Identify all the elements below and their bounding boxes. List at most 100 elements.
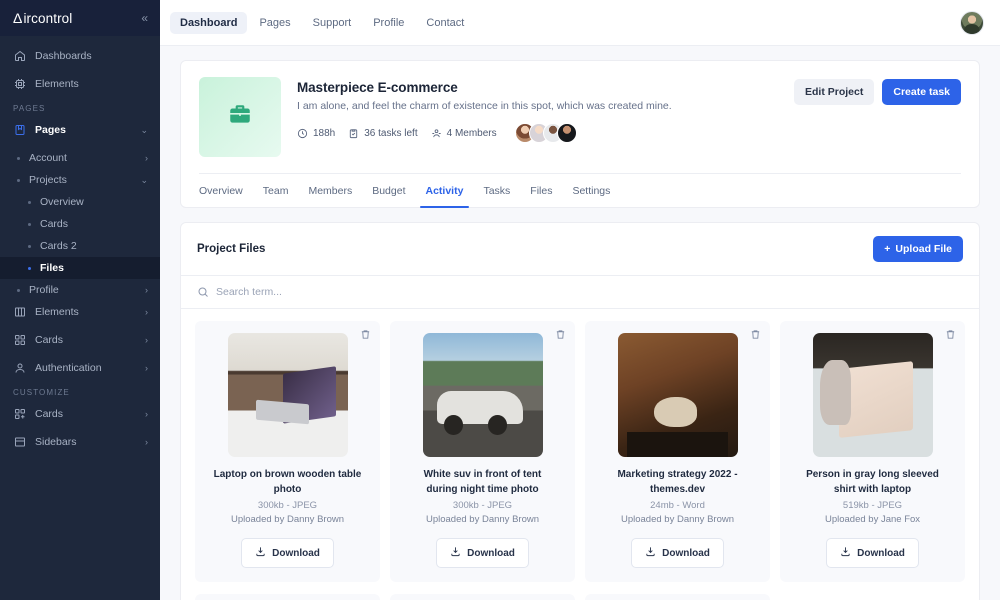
sidebar-item-cards-group[interactable]: Cards › (0, 329, 160, 351)
chip-icon (13, 77, 27, 91)
sidebar-item-files[interactable]: Files (0, 257, 160, 279)
home-icon (13, 49, 27, 63)
download-label: Download (857, 548, 905, 559)
file-name: Laptop on brown wooden table photo (213, 468, 363, 497)
sidebar-item-label: Files (40, 262, 148, 274)
member-avatar-stack[interactable] (515, 123, 577, 143)
file-name: Marketing strategy 2022 - themes.dev (603, 468, 753, 497)
bullet-icon (28, 245, 31, 248)
chevron-right-icon[interactable]: › (145, 438, 148, 447)
chevron-down-icon[interactable]: ⌄ (140, 126, 148, 135)
avatar[interactable] (557, 123, 577, 143)
chevron-right-icon[interactable]: › (145, 286, 148, 295)
chevron-right-icon[interactable]: › (145, 410, 148, 419)
sidebar-item-overview[interactable]: Overview (0, 191, 160, 213)
book-icon (13, 123, 27, 137)
sidebar-item-sidebars[interactable]: Sidebars › (0, 431, 160, 453)
file-card[interactable]: Laptop on brown wooden table photo 300kb… (195, 321, 380, 582)
tab-overview[interactable]: Overview (199, 174, 253, 207)
sidebar-item-account[interactable]: Account › (0, 147, 160, 169)
download-button[interactable]: Download (826, 538, 919, 568)
triangle-logo-icon: Δ (13, 11, 22, 25)
tab-profile[interactable]: Profile (363, 12, 414, 34)
chevron-right-icon[interactable]: › (145, 336, 148, 345)
download-button[interactable]: Download (436, 538, 529, 568)
app-logo[interactable]: Δircontrol (13, 11, 72, 26)
plus-icon: + (884, 243, 890, 255)
bullet-icon (17, 179, 20, 182)
sidebar-item-label: Projects (29, 174, 140, 186)
file-name: Person in gray long sleeved shirt with l… (798, 468, 948, 497)
tab-files[interactable]: Files (520, 174, 562, 207)
tab-contact[interactable]: Contact (416, 12, 474, 34)
trash-icon[interactable] (360, 329, 371, 340)
chevrons-left-icon[interactable]: « (141, 12, 148, 24)
file-card[interactable] (390, 594, 575, 600)
sidebar-item-label: Account (29, 152, 145, 164)
search-input[interactable] (216, 286, 536, 298)
chevron-right-icon[interactable]: › (145, 364, 148, 373)
file-meta: 300kb - JPEG (453, 500, 512, 511)
file-meta: 300kb - JPEG (258, 500, 317, 511)
sidebar-item-dashboards[interactable]: Dashboards (0, 45, 160, 67)
avatar[interactable] (960, 11, 984, 35)
sidebar-item-projects[interactable]: Projects ⌄ (0, 169, 160, 191)
tab-team[interactable]: Team (253, 174, 299, 207)
sidebar-item-cards-2[interactable]: Cards 2 (0, 235, 160, 257)
tab-members[interactable]: Members (298, 174, 362, 207)
project-info: Masterpiece E-commerce I am alone, and f… (281, 77, 794, 143)
download-icon (450, 546, 461, 560)
main-area: Dashboard Pages Support Profile Contact (160, 0, 1000, 600)
tab-pages[interactable]: Pages (249, 12, 300, 34)
sidebar-item-cards[interactable]: Cards (0, 213, 160, 235)
sidebar-item-label: Elements (35, 78, 148, 90)
meta-hours-text: 188h (313, 128, 335, 139)
chevron-down-icon[interactable]: ⌄ (140, 176, 148, 185)
sidebar-item-label: Cards 2 (40, 240, 148, 252)
download-button[interactable]: Download (241, 538, 334, 568)
sidebar-item-label: Cards (35, 334, 145, 346)
chevron-right-icon[interactable]: › (145, 308, 148, 317)
file-card[interactable] (585, 594, 770, 600)
bullet-icon (17, 157, 20, 160)
grid-plus-icon (13, 407, 27, 421)
download-button[interactable]: Download (631, 538, 724, 568)
file-uploader: Uploaded by Danny Brown (231, 514, 344, 525)
download-icon (840, 546, 851, 560)
trash-icon[interactable] (945, 329, 956, 340)
sidebar-item-label: Profile (29, 284, 145, 296)
chevron-right-icon[interactable]: › (145, 154, 148, 163)
file-card[interactable] (780, 594, 965, 600)
top-navigation-bar: Dashboard Pages Support Profile Contact (160, 0, 1000, 46)
sidebar-item-authentication[interactable]: Authentication › (0, 357, 160, 379)
file-card[interactable]: Marketing strategy 2022 - themes.dev 24m… (585, 321, 770, 582)
sidebar-item-label: Authentication (35, 362, 145, 374)
trash-icon[interactable] (555, 329, 566, 340)
sidebar-item-customize-cards[interactable]: Cards › (0, 403, 160, 425)
sidebar-item-profile[interactable]: Profile › (0, 279, 160, 301)
file-meta: 24mb - Word (650, 500, 705, 511)
sidebar-item-elements[interactable]: Elements › (0, 301, 160, 323)
bullet-icon (28, 267, 31, 270)
meta-members: 4 Members (431, 128, 497, 139)
tab-tasks[interactable]: Tasks (473, 174, 520, 207)
create-task-button[interactable]: Create task (882, 79, 961, 105)
edit-project-button[interactable]: Edit Project (794, 79, 874, 105)
sidebar-item-pages[interactable]: Pages ⌄ (0, 119, 160, 141)
meta-members-text: 4 Members (447, 128, 497, 139)
project-header-card: Masterpiece E-commerce I am alone, and f… (180, 60, 980, 208)
sidebar-item-label: Pages (35, 124, 140, 136)
tab-support[interactable]: Support (303, 12, 362, 34)
tab-budget[interactable]: Budget (362, 174, 415, 207)
project-files-header: Project Files + Upload File (181, 223, 979, 276)
file-card[interactable] (195, 594, 380, 600)
trash-icon[interactable] (750, 329, 761, 340)
file-card[interactable]: Person in gray long sleeved shirt with l… (780, 321, 965, 582)
sidebar-item-elements-top[interactable]: Elements (0, 73, 160, 95)
file-card[interactable]: White suv in front of tent during night … (390, 321, 575, 582)
tab-activity[interactable]: Activity (416, 174, 474, 207)
tab-settings[interactable]: Settings (562, 174, 620, 207)
tab-dashboard[interactable]: Dashboard (170, 12, 247, 34)
user-icon (13, 361, 27, 375)
upload-file-button[interactable]: + Upload File (873, 236, 963, 262)
